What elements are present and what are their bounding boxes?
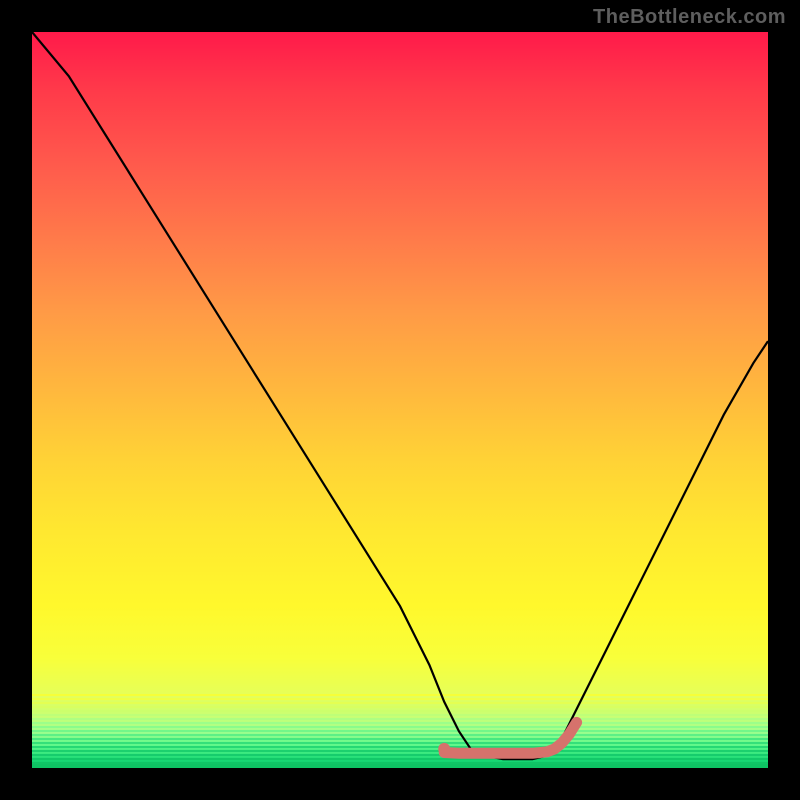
bottleneck-curve xyxy=(32,32,768,759)
plot-area xyxy=(32,32,768,768)
highlight-start-dot xyxy=(438,743,450,755)
curve-layer xyxy=(32,32,768,768)
watermark-text: TheBottleneck.com xyxy=(593,6,786,29)
chart-frame: TheBottleneck.com xyxy=(0,0,800,800)
